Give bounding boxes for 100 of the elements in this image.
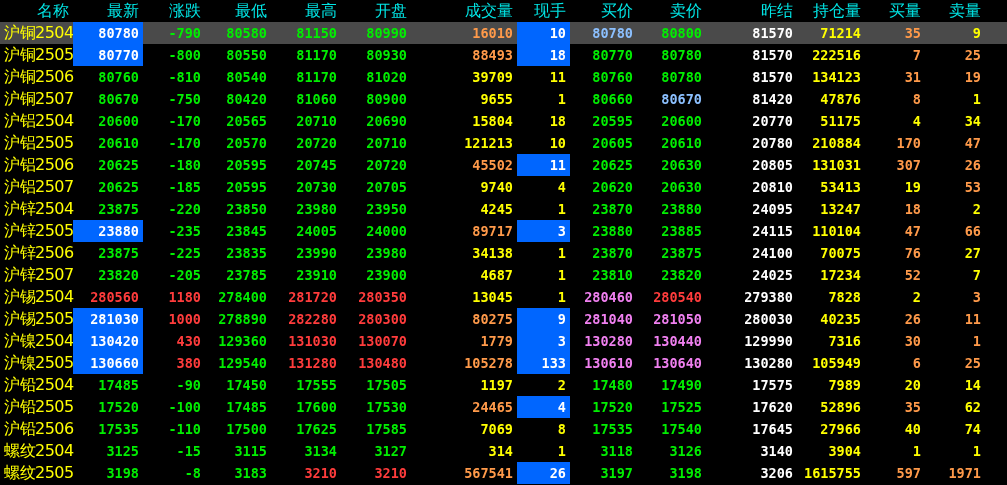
table-cell: 3198 [669, 465, 702, 481]
table-cell: 105278 [464, 355, 513, 371]
table-cell: 314 [488, 443, 513, 459]
table-cell: 15804 [472, 113, 513, 129]
table-cell: 1 [557, 91, 566, 107]
table-cell: 131030 [288, 333, 337, 349]
contract-name[interactable]: 沪锡2505 [0, 308, 73, 330]
table-cell: 81570 [752, 47, 793, 63]
table-cell: 80275 [472, 311, 513, 327]
contract-name[interactable]: 沪镍2504 [0, 330, 73, 352]
table-cell: -170 [168, 135, 201, 151]
table-cell: 20630 [661, 157, 702, 173]
contract-name[interactable]: 螺纹2505 [0, 462, 73, 484]
table-cell: 281030 [90, 311, 139, 327]
table-cell: 280460 [584, 289, 633, 305]
table-cell: 8 [912, 91, 921, 107]
table-cell: 17645 [752, 421, 793, 437]
table-cell: 18 [549, 113, 566, 129]
contract-name[interactable]: 沪铅2504 [0, 374, 73, 396]
contract-name[interactable]: 沪镍2505 [0, 352, 73, 374]
table-cell: 130610 [584, 355, 633, 371]
table-cell: 45502 [472, 157, 513, 173]
table-cell: 23980 [296, 201, 337, 217]
contract-name[interactable]: 沪锌2507 [0, 264, 73, 286]
table-cell: -800 [168, 47, 201, 63]
table-cell: 1 [557, 289, 566, 305]
table-cell: 1 [912, 443, 921, 459]
table-cell: 17450 [226, 377, 267, 393]
table-cell: 34138 [472, 245, 513, 261]
table-cell: 23875 [98, 245, 139, 261]
table-cell: 129990 [744, 333, 793, 349]
contract-name[interactable]: 沪锌2505 [0, 220, 73, 242]
table-cell: 7069 [480, 421, 513, 437]
table-cell: 3127 [374, 443, 407, 459]
contract-name[interactable]: 沪铝2505 [0, 132, 73, 154]
column-header: 买价 [600, 0, 634, 22]
table-cell: 280030 [744, 311, 793, 327]
table-cell: 1 [972, 443, 981, 459]
table-cell: -100 [168, 399, 201, 415]
table-cell: 40 [904, 421, 921, 437]
table-cell: -750 [168, 91, 201, 107]
contract-name[interactable]: 沪锌2504 [0, 198, 73, 220]
table-cell: 3 [972, 289, 981, 305]
table-cell: 23900 [366, 267, 407, 283]
table-cell: 47 [964, 135, 981, 151]
table-cell: -90 [176, 377, 201, 393]
contract-name[interactable]: 沪铜2507 [0, 88, 73, 110]
column-header: 最低 [234, 0, 268, 22]
table-cell: 278400 [218, 289, 267, 305]
table-cell: 20625 [98, 179, 139, 195]
table-cell: 134123 [812, 69, 861, 85]
contract-name[interactable]: 沪铜2506 [0, 66, 73, 88]
table-cell: 282280 [288, 311, 337, 327]
selected-row-highlight[interactable]: 沪铜2504 80780 -790 80580 81150 80990 16010 10 80780 80800 81570 71214 35 9 [0, 22, 1007, 44]
table-cell: 62 [964, 399, 981, 415]
table-cell: 2 [557, 377, 566, 393]
table-cell: 17625 [296, 421, 337, 437]
table-cell: 7989 [828, 377, 861, 393]
table-cell: 1615755 [804, 465, 861, 481]
table-cell: 3210 [304, 465, 337, 481]
contract-name[interactable]: 沪铜2505 [0, 44, 73, 66]
contract-name[interactable]: 沪锌2506 [0, 242, 73, 264]
table-cell: 20595 [226, 179, 267, 195]
table-cell: 20810 [752, 179, 793, 195]
table-cell: 23820 [98, 267, 139, 283]
table-cell: 35 [904, 399, 921, 415]
table-cell: 80770 [98, 47, 139, 63]
table-cell: 3125 [106, 443, 139, 459]
contract-name[interactable]: 沪锡2504 [0, 286, 73, 308]
table-cell: 11 [964, 311, 981, 327]
contract-name[interactable]: 沪铅2506 [0, 418, 73, 440]
contract-name[interactable]: 沪铅2505 [0, 396, 73, 418]
table-cell: 130280 [584, 333, 633, 349]
table-cell: 81570 [752, 69, 793, 85]
contract-name[interactable]: 沪铝2507 [0, 176, 73, 198]
table-cell: 4245 [480, 201, 513, 217]
contract-name[interactable]: 沪铝2506 [0, 154, 73, 176]
table-cell: 40235 [820, 311, 861, 327]
table-cell: 280560 [90, 289, 139, 305]
table-cell: 20780 [752, 135, 793, 151]
column-header: 卖价 [669, 0, 703, 22]
table-cell: 2 [972, 201, 981, 217]
table-cell: 13247 [820, 201, 861, 217]
table-cell: 3197 [600, 465, 633, 481]
table-cell: 8 [557, 421, 566, 437]
table-cell: 80420 [226, 91, 267, 107]
table-cell: 24000 [366, 223, 407, 239]
table-cell: 76 [904, 245, 921, 261]
table-cell: 20720 [366, 157, 407, 173]
table-cell: 4 [557, 179, 566, 195]
contract-name[interactable]: 螺纹2504 [0, 440, 73, 462]
table-cell: 52 [904, 267, 921, 283]
table-cell: 24005 [296, 223, 337, 239]
contract-name[interactable]: 沪铝2504 [0, 110, 73, 132]
table-cell: 131280 [288, 355, 337, 371]
table-cell: 1 [557, 443, 566, 459]
table-cell: 17520 [592, 399, 633, 415]
contract-name[interactable]: 沪铜2504 [0, 22, 73, 44]
table-cell: 25 [964, 355, 981, 371]
table-cell: 11 [549, 69, 566, 85]
